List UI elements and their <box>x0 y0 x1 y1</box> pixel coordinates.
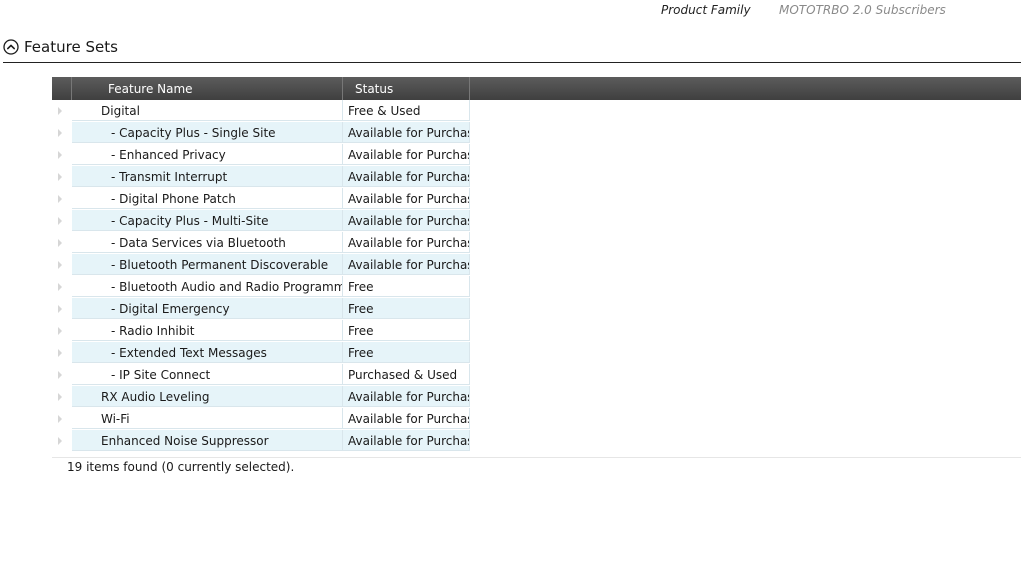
feature-name-cell: - Extended Text Messages <box>72 342 343 363</box>
status-cell: Free <box>343 298 470 319</box>
row-selector[interactable] <box>52 144 72 166</box>
items-count-status: 19 items found (0 currently selected). <box>67 460 295 474</box>
feature-name-cell: - Bluetooth Audio and Radio Programming <box>72 276 343 297</box>
row-selector[interactable] <box>52 100 72 122</box>
chevron-up-circle-icon[interactable] <box>3 39 19 55</box>
column-header-status[interactable]: Status <box>343 77 470 100</box>
feature-sets-view: Product Family MOTOTRBO 2.0 Subscribers … <box>0 0 1021 581</box>
row-selector[interactable] <box>52 408 72 430</box>
feature-name-cell: - Bluetooth Permanent Discoverable <box>72 254 343 275</box>
status-cell: Available for Purchase <box>343 122 470 143</box>
row-selector[interactable] <box>52 188 72 210</box>
table-row[interactable]: Wi-Fi Available for Purchase <box>52 408 470 430</box>
feature-name-cell: Wi-Fi <box>72 408 343 429</box>
row-arrow-icon <box>58 129 62 137</box>
row-arrow-icon <box>58 151 62 159</box>
status-cell: Free <box>343 320 470 341</box>
status-cell: Available for Purchase <box>343 210 470 231</box>
table-row[interactable]: - Data Services via Bluetooth Available f… <box>52 232 470 254</box>
feature-name-cell: - Enhanced Privacy <box>72 144 343 165</box>
table-row[interactable]: - Capacity Plus - Single Site Available f… <box>52 122 470 144</box>
row-arrow-icon <box>58 107 62 115</box>
feature-name-cell: Enhanced Noise Suppressor <box>72 430 343 451</box>
row-selector[interactable] <box>52 122 72 144</box>
row-arrow-icon <box>58 173 62 181</box>
table-row[interactable]: - Transmit Interrupt Available for Purcha… <box>52 166 470 188</box>
status-cell: Available for Purchase <box>343 166 470 187</box>
product-family-bar: Product Family MOTOTRBO 2.0 Subscribers <box>0 3 1021 19</box>
grid-header: Feature Name Status <box>52 77 1021 100</box>
feature-name-cell: - Transmit Interrupt <box>72 166 343 187</box>
table-row[interactable]: - Bluetooth Audio and Radio Programming F… <box>52 276 470 298</box>
feature-name-cell: - Capacity Plus - Single Site <box>72 122 343 143</box>
feature-name-cell: - Digital Phone Patch <box>72 188 343 209</box>
row-arrow-icon <box>58 415 62 423</box>
feature-name-cell: - Data Services via Bluetooth <box>72 232 343 253</box>
row-arrow-icon <box>58 305 62 313</box>
table-row[interactable]: RX Audio Leveling Available for Purchase <box>52 386 470 408</box>
row-arrow-icon <box>58 195 62 203</box>
table-row[interactable]: - Enhanced Privacy Available for Purchase <box>52 144 470 166</box>
table-row[interactable]: Digital Free & Used <box>52 100 470 122</box>
status-cell: Available for Purchase <box>343 188 470 209</box>
status-cell: Available for Purchase <box>343 254 470 275</box>
table-row[interactable]: - Capacity Plus - Multi-Site Available fo… <box>52 210 470 232</box>
row-selector[interactable] <box>52 276 72 298</box>
table-row[interactable]: - Bluetooth Permanent Discoverable Availa… <box>52 254 470 276</box>
row-selector-header <box>52 77 72 100</box>
status-cell: Free <box>343 342 470 363</box>
table-row[interactable]: Enhanced Noise Suppressor Available for P… <box>52 430 470 452</box>
row-selector[interactable] <box>52 342 72 364</box>
row-selector[interactable] <box>52 386 72 408</box>
row-arrow-icon <box>58 239 62 247</box>
status-cell: Available for Purchase <box>343 408 470 429</box>
feature-name-cell: - Capacity Plus - Multi-Site <box>72 210 343 231</box>
status-cell: Available for Purchase <box>343 232 470 253</box>
feature-name-cell: - Digital Emergency <box>72 298 343 319</box>
row-selector[interactable] <box>52 364 72 386</box>
feature-grid[interactable]: Feature Name Status Digital Free & Used - … <box>52 77 1021 458</box>
row-arrow-icon <box>58 217 62 225</box>
row-arrow-icon <box>58 283 62 291</box>
status-cell: Available for Purchase <box>343 144 470 165</box>
row-selector[interactable] <box>52 166 72 188</box>
row-arrow-icon <box>58 393 62 401</box>
table-row[interactable]: - Radio Inhibit Free <box>52 320 470 342</box>
table-row[interactable]: - IP Site Connect Purchased & Used <box>52 364 470 386</box>
column-header-feature-name[interactable]: Feature Name <box>72 77 343 100</box>
row-arrow-icon <box>58 349 62 357</box>
status-cell: Available for Purchase <box>343 430 470 451</box>
grid-bottom-divider <box>52 457 1021 458</box>
status-cell: Available for Purchase <box>343 386 470 407</box>
status-cell: Purchased & Used <box>343 364 470 385</box>
row-selector[interactable] <box>52 430 72 452</box>
row-arrow-icon <box>58 371 62 379</box>
table-row[interactable]: - Digital Phone Patch Available for Purch… <box>52 188 470 210</box>
table-row[interactable]: - Extended Text Messages Free <box>52 342 470 364</box>
section-divider <box>3 62 1021 63</box>
row-arrow-icon <box>58 261 62 269</box>
row-selector[interactable] <box>52 320 72 342</box>
status-cell: Free & Used <box>343 100 470 121</box>
status-cell: Free <box>343 276 470 297</box>
feature-name-cell: - Radio Inhibit <box>72 320 343 341</box>
row-selector[interactable] <box>52 232 72 254</box>
row-arrow-icon <box>58 327 62 335</box>
product-family-label: Product Family <box>661 3 751 17</box>
grid-body: Digital Free & Used - Capacity Plus - Sing… <box>52 100 1021 457</box>
feature-name-cell: Digital <box>72 100 343 121</box>
row-selector[interactable] <box>52 210 72 232</box>
table-row[interactable]: - Digital Emergency Free <box>52 298 470 320</box>
product-family-value: MOTOTRBO 2.0 Subscribers <box>779 3 946 17</box>
row-selector[interactable] <box>52 254 72 276</box>
row-arrow-icon <box>58 437 62 445</box>
section-title: Feature Sets <box>24 38 118 56</box>
feature-name-cell: RX Audio Leveling <box>72 386 343 407</box>
feature-name-cell: - IP Site Connect <box>72 364 343 385</box>
row-selector[interactable] <box>52 298 72 320</box>
feature-sets-header[interactable]: Feature Sets <box>3 37 118 57</box>
